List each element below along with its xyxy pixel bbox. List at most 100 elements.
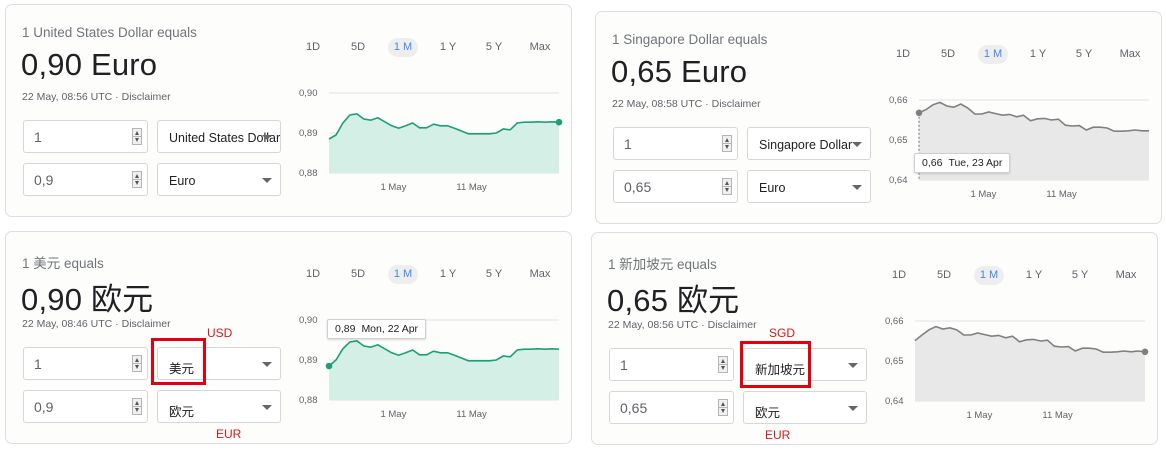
- stepper-icon[interactable]: [722, 178, 732, 195]
- range-tab-5y[interactable]: 5 Y: [1067, 269, 1093, 281]
- chart-tooltip: 0,89 Mon, 22 Apr: [327, 319, 427, 339]
- range-tab-max[interactable]: Max: [527, 41, 553, 53]
- disclaimer-link[interactable]: Disclaimer: [708, 319, 757, 331]
- chevron-down-icon: [262, 405, 272, 410]
- currency-from-select[interactable]: United States Dollar: [157, 120, 281, 153]
- stepper-icon[interactable]: [132, 355, 142, 372]
- exchange-rate-chart[interactable]: 0,90 0,89 0,88 1 May 11 May: [289, 81, 564, 196]
- amount-to-input[interactable]: 0,9: [23, 390, 148, 423]
- range-tab-max[interactable]: Max: [527, 268, 553, 280]
- highlight-box-from-currency: [740, 341, 811, 388]
- currency-to-select[interactable]: Euro: [157, 163, 281, 196]
- chart-point: [555, 118, 563, 126]
- tooltip-date: Mon, 22 Apr: [361, 323, 419, 335]
- chevron-down-icon: [848, 363, 858, 368]
- range-tab-max[interactable]: Max: [1117, 48, 1143, 60]
- amount-to-value: 0,65: [624, 179, 652, 195]
- converter-card-usd-euro: 1 United States Dollar equals 0,90 Euro …: [5, 4, 572, 217]
- stepper-icon[interactable]: [132, 398, 142, 415]
- currency-to-select[interactable]: 欧元: [743, 391, 867, 424]
- amount-to-input[interactable]: 0,65: [609, 391, 734, 424]
- currency-from-select[interactable]: Singapore Dollar: [747, 127, 871, 160]
- exchange-rate-chart[interactable]: 0,66 0,65 0,64 1 May 11 May: [875, 309, 1150, 424]
- timestamp: 22 May, 08:56 UTC: [608, 319, 699, 331]
- currency-to-value: 欧元: [169, 405, 195, 419]
- equals-caption: 1 新加坡元 equals: [608, 257, 717, 272]
- conversion-result: 0,90 欧元: [21, 282, 154, 317]
- tooltip-date: Tue, 23 Apr: [948, 157, 1003, 169]
- tooltip-value: 0,89: [335, 323, 356, 335]
- range-tab-5d[interactable]: 5D: [931, 269, 957, 281]
- amount-to-input[interactable]: 0,65: [613, 170, 738, 203]
- conversion-result: 0,65 欧元: [607, 283, 740, 318]
- y-tick-label: 0,88: [299, 168, 318, 179]
- chart-area: [915, 326, 1145, 401]
- range-tab-1y[interactable]: 1 Y: [1021, 269, 1047, 281]
- x-tick-label: 1 May: [970, 189, 996, 200]
- range-tab-5y[interactable]: 5 Y: [1071, 48, 1097, 60]
- currency-to-select[interactable]: 欧元: [157, 390, 281, 423]
- range-tab-1m[interactable]: 1 M: [388, 38, 418, 57]
- x-tick-label: 1 May: [380, 182, 406, 193]
- x-tick-label: 11 May: [1042, 410, 1073, 421]
- range-tab-5d[interactable]: 5D: [345, 268, 371, 280]
- disclaimer-link[interactable]: Disclaimer: [122, 318, 171, 330]
- converter-card-usd-euro-cn: 1 美元 equals 0,90 欧元 22 May, 08:46 UTC · …: [5, 231, 572, 444]
- highlight-box-from-currency: [151, 338, 206, 385]
- annotation-usd: USD: [207, 326, 233, 340]
- disclaimer-link[interactable]: Disclaimer: [712, 98, 761, 110]
- stepper-icon[interactable]: [132, 128, 142, 145]
- currency-to-value: Euro: [169, 174, 196, 188]
- amount-from-input[interactable]: 1: [613, 127, 738, 160]
- range-tab-1d[interactable]: 1D: [886, 269, 912, 281]
- disclaimer-link[interactable]: Disclaimer: [122, 91, 171, 103]
- chart-point: [325, 362, 333, 370]
- chart-point: [1141, 348, 1149, 356]
- range-tab-1d[interactable]: 1D: [890, 48, 916, 60]
- stepper-icon[interactable]: [718, 356, 728, 373]
- range-tab-5d[interactable]: 5D: [935, 48, 961, 60]
- amount-from-value: 1: [620, 357, 628, 373]
- x-tick-label: 1 May: [966, 410, 992, 421]
- y-tick-label: 0,65: [889, 135, 908, 146]
- range-tab-max[interactable]: Max: [1113, 269, 1139, 281]
- tooltip-value: 0,66: [922, 157, 943, 169]
- conversion-result: 0,90 Euro: [21, 47, 158, 82]
- range-tab-1m[interactable]: 1 M: [974, 266, 1004, 285]
- annotation-eur: EUR: [216, 427, 242, 441]
- range-tab-1y[interactable]: 1 Y: [1025, 48, 1051, 60]
- timestamp-row: 22 May, 08:46 UTC · Disclaimer: [22, 318, 171, 330]
- amount-to-input[interactable]: 0,9: [23, 163, 148, 196]
- amount-from-input[interactable]: 1: [23, 120, 148, 153]
- y-tick-label: 0,90: [299, 315, 318, 326]
- range-tab-1d[interactable]: 1D: [300, 41, 326, 53]
- amount-from-input[interactable]: 1: [609, 348, 734, 381]
- chevron-down-icon: [848, 406, 858, 411]
- range-tab-1y[interactable]: 1 Y: [435, 268, 461, 280]
- equals-caption: 1 United States Dollar equals: [22, 25, 197, 40]
- currency-to-value: Euro: [759, 181, 786, 195]
- range-tab-1y[interactable]: 1 Y: [435, 41, 461, 53]
- amount-from-input[interactable]: 1: [23, 347, 148, 380]
- exchange-rate-chart[interactable]: 0,66 0,65 0,64 1 May 11 May: [879, 88, 1154, 203]
- stepper-icon[interactable]: [722, 135, 732, 152]
- range-tab-5y[interactable]: 5 Y: [481, 268, 507, 280]
- chevron-down-icon: [262, 178, 272, 183]
- x-tick-label: 1 May: [380, 409, 406, 420]
- timestamp: 22 May, 08:58 UTC: [612, 98, 703, 110]
- annotation-eur: EUR: [765, 428, 791, 442]
- currency-to-select[interactable]: Euro: [747, 170, 871, 203]
- range-tab-5d[interactable]: 5D: [345, 41, 371, 53]
- range-tab-1d[interactable]: 1D: [300, 268, 326, 280]
- x-tick-label: 11 May: [456, 409, 487, 420]
- timestamp: 22 May, 08:46 UTC: [22, 318, 113, 330]
- stepper-icon[interactable]: [132, 171, 142, 188]
- annotation-sgd: SGD: [769, 326, 796, 340]
- range-tab-1m[interactable]: 1 M: [388, 265, 418, 284]
- stepper-icon[interactable]: [718, 399, 728, 416]
- currency-from-value: Singapore Dollar: [759, 138, 853, 152]
- range-tab-5y[interactable]: 5 Y: [481, 41, 507, 53]
- range-tab-1m[interactable]: 1 M: [978, 45, 1008, 64]
- equals-caption: 1 美元 equals: [22, 256, 104, 271]
- y-tick-label: 0,88: [299, 395, 318, 406]
